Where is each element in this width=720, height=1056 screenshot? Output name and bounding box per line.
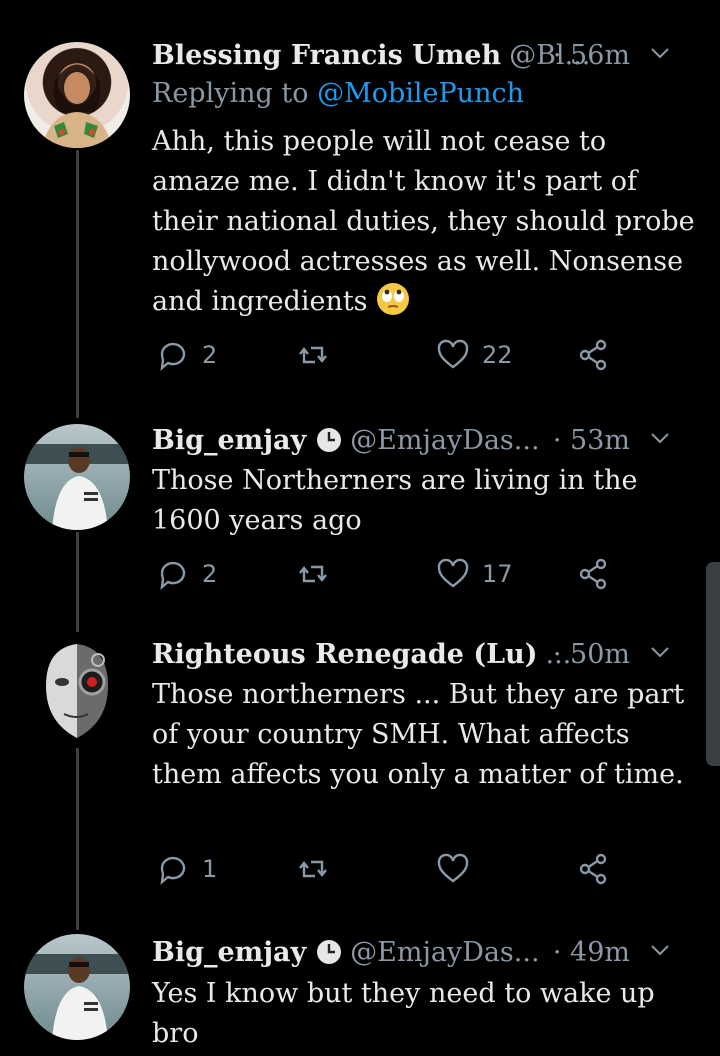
retweet-button[interactable] (296, 338, 342, 372)
share-button[interactable] (576, 852, 610, 886)
like-count: 22 (482, 341, 513, 369)
tweet-actions: 1 (152, 852, 632, 892)
speech-bubble-icon (160, 561, 186, 590)
timestamp[interactable]: · 53m (553, 425, 630, 456)
replying-to: Replying to @MobilePunch (152, 78, 524, 109)
share-icon (579, 853, 607, 885)
tweet-2[interactable]: Big_emjay @EmjayDas... · 53m Those North… (0, 410, 720, 630)
tweet-3[interactable]: Righteous Renegade (Lu) ... · 50m Those … (0, 630, 720, 930)
avatar[interactable] (24, 638, 130, 744)
display-name[interactable]: Righteous Renegade (Lu) (152, 639, 538, 670)
tweet-text: Yes I know but they need to wake up bro (152, 978, 655, 1049)
display-name[interactable]: Blessing Francis Umeh (152, 40, 501, 71)
tweet-header: Blessing Francis Umeh @Bl... · 56m (152, 35, 700, 75)
chevron-down-icon[interactable] (648, 938, 672, 962)
tweet-text: Those northerners ... But they are part … (152, 679, 685, 790)
reply-button[interactable]: 1 (156, 852, 217, 886)
mention-link[interactable]: @MobilePunch (317, 78, 524, 109)
chevron-down-icon[interactable] (648, 640, 672, 664)
retweet-button[interactable] (296, 852, 342, 886)
timestamp[interactable]: · 49m (553, 937, 630, 968)
speech-bubble-icon (160, 856, 186, 885)
like-button[interactable]: 17 (436, 557, 513, 591)
tweet-text-content: Ahh, this people will not cease to amaze… (152, 126, 695, 317)
avatar[interactable] (24, 934, 130, 1040)
tweet-actions: 2 17 (152, 557, 632, 597)
heart-icon (437, 853, 469, 883)
reply-count: 2 (202, 560, 218, 588)
speech-bubble-icon (160, 342, 186, 371)
clock-icon (317, 428, 342, 452)
reply-count: 1 (202, 855, 218, 883)
scrollbar-thumb[interactable] (706, 562, 720, 766)
tweet-actions: 2 22 (152, 338, 632, 378)
retweet-icon (299, 565, 327, 583)
tweet-header: Big_emjay @EmjayDas... · 49m (152, 932, 700, 972)
display-name[interactable]: Big_emjay (152, 937, 306, 968)
user-handle[interactable]: @EmjayDas... (350, 425, 539, 456)
share-icon (579, 339, 607, 371)
share-button[interactable] (576, 557, 610, 591)
heart-icon (437, 339, 469, 369)
avatar[interactable] (24, 424, 130, 530)
tweet-header: Big_emjay @EmjayDas... · 53m (152, 420, 700, 460)
tweet-text: Those Northerners are living in the 1600… (152, 465, 638, 536)
tweet-header: Righteous Renegade (Lu) ... · 50m (152, 634, 700, 674)
share-button[interactable] (576, 338, 610, 372)
timestamp[interactable]: · 56m (553, 40, 630, 71)
user-handle[interactable]: @EmjayDas... (350, 937, 539, 968)
reply-button[interactable]: 2 (156, 338, 217, 372)
face-with-rolling-eyes-icon (377, 283, 410, 315)
retweet-button[interactable] (296, 557, 342, 591)
retweet-icon (299, 346, 327, 364)
display-name[interactable]: Big_emjay (152, 425, 306, 456)
retweet-icon (299, 860, 327, 878)
heart-icon (437, 558, 469, 588)
replying-label: Replying to (152, 78, 309, 109)
share-icon (579, 558, 607, 590)
tweet-text: Ahh, this people will not cease to amaze… (152, 122, 697, 322)
reply-count: 2 (202, 341, 218, 369)
chevron-down-icon[interactable] (648, 41, 672, 65)
chevron-down-icon[interactable] (648, 426, 672, 450)
like-count: 17 (482, 560, 513, 588)
timestamp[interactable]: · 50m (553, 639, 630, 670)
like-button[interactable] (436, 852, 482, 886)
avatar[interactable] (24, 42, 130, 148)
tweet-4[interactable]: Big_emjay @EmjayDas... · 49m Yes I know … (0, 930, 720, 1056)
like-button[interactable]: 22 (436, 338, 513, 372)
tweet-1[interactable]: Blessing Francis Umeh @Bl... · 56m Reply… (0, 0, 720, 410)
reply-button[interactable]: 2 (156, 557, 217, 591)
clock-icon (317, 940, 342, 964)
